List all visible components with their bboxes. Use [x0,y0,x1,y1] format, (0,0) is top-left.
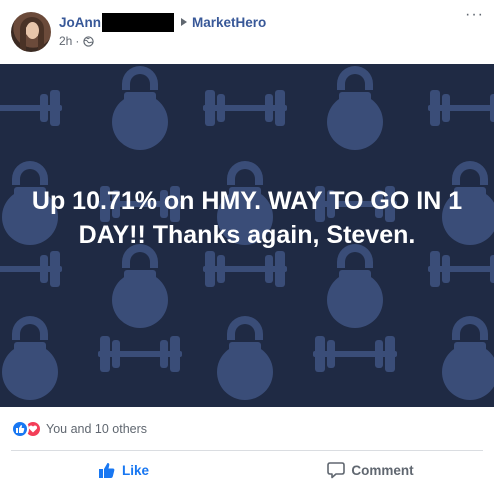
group-name-link[interactable]: MarketHero [192,15,266,30]
author-name-link[interactable]: JoAnn [59,15,101,30]
post-banner-text: Up 10.71% on HMY. WAY TO GO IN 1 DAY!! T… [31,187,463,249]
comment-button[interactable]: Comment [247,454,494,486]
post-timestamp[interactable]: 2h [59,34,72,48]
actions-divider [11,450,483,451]
author-line: JoAnn MarketHero [59,12,266,32]
like-button[interactable]: Like [0,454,247,486]
author-avatar[interactable] [11,12,51,52]
post-image-banner[interactable]: Up 10.71% on HMY. WAY TO GO IN 1 DAY!! T… [0,64,494,407]
like-button-label: Like [121,462,149,478]
reactions-summary[interactable]: You and 10 others [11,418,147,440]
feed-post: JoAnn MarketHero 2h · ··· Up 10.71% on H… [0,0,494,489]
reactions-count-text[interactable]: You and 10 others [46,422,147,436]
shared-to-arrow-icon [181,18,187,26]
meta-separator: · [75,34,80,48]
globe-icon[interactable] [83,35,95,47]
post-header: JoAnn MarketHero 2h · ··· [0,0,494,64]
more-options-button[interactable]: ··· [465,6,484,24]
thumbs-up-icon [11,420,29,438]
post-actions-bar: Like Comment [0,454,494,486]
redacted-surname [102,12,174,32]
post-meta: 2h · [59,34,95,48]
comment-button-label: Comment [351,462,414,478]
thumbs-up-icon [98,463,115,478]
speech-bubble-icon [327,462,346,479]
